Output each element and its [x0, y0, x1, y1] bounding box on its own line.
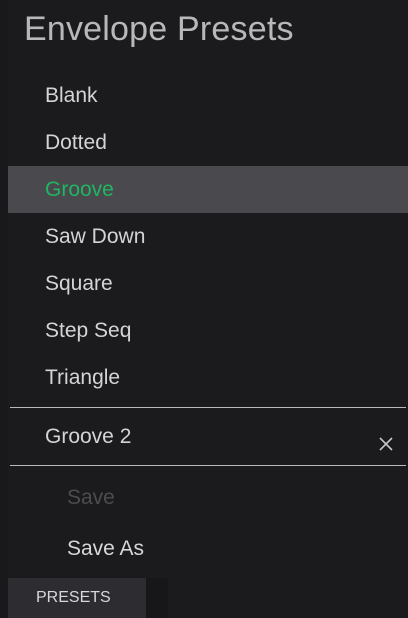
- preset-item-square[interactable]: Square: [8, 260, 408, 307]
- save-as-button[interactable]: Save As: [67, 537, 144, 561]
- preset-item-step-seq[interactable]: Step Seq: [8, 307, 408, 354]
- user-preset-label[interactable]: Groove 2: [45, 413, 131, 460]
- section-divider: [10, 465, 406, 466]
- tab-shadow: [146, 578, 168, 618]
- close-icon[interactable]: [376, 426, 396, 451]
- presets-tab[interactable]: PRESETS: [8, 578, 146, 618]
- panel-title: Envelope Presets: [24, 10, 294, 48]
- save-button[interactable]: Save: [67, 486, 115, 510]
- preset-item-dotted[interactable]: Dotted: [8, 119, 408, 166]
- preset-item-blank[interactable]: Blank: [8, 72, 408, 119]
- close-icon-graphic: [379, 437, 393, 451]
- envelope-presets-panel: Envelope Presets Blank Dotted Groove Saw…: [8, 0, 408, 618]
- user-preset-item[interactable]: Groove 2: [8, 413, 408, 460]
- preset-item-triangle[interactable]: Triangle: [8, 354, 408, 401]
- section-divider: [10, 407, 406, 408]
- preset-list: Blank Dotted Groove Saw Down Square Step…: [8, 72, 408, 401]
- preset-item-groove[interactable]: Groove: [8, 166, 408, 213]
- preset-item-saw-down[interactable]: Saw Down: [8, 213, 408, 260]
